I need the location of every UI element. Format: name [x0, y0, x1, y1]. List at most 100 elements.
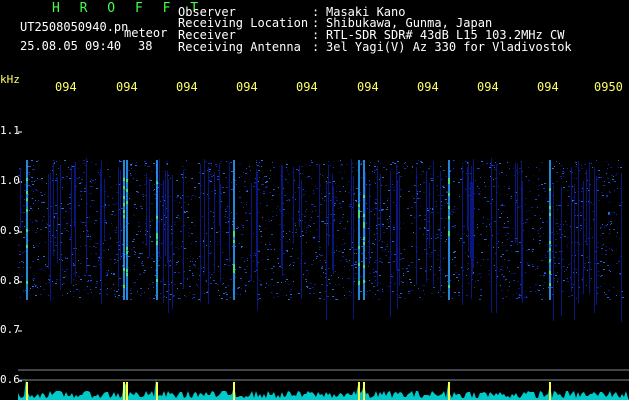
echo-streak [167, 171, 168, 263]
echo-hotspot [363, 225, 365, 228]
level-spike [156, 382, 158, 400]
time-tick: 094 [537, 80, 559, 94]
echo-streak [281, 165, 282, 266]
echo-streak [208, 167, 209, 304]
echo-hotspot [156, 236, 158, 239]
filename-label: UT2508050940.pn [20, 20, 129, 34]
echo-streak [399, 175, 400, 286]
tag-label: meteor [124, 26, 168, 40]
echo-streak [214, 172, 215, 271]
meteor-echo-layer [20, 158, 622, 322]
echo-streak [473, 161, 474, 268]
echo-streak [233, 160, 235, 300]
echo-hotspot [156, 279, 158, 282]
echo-streak [429, 183, 430, 245]
unit-label: kHz [0, 73, 20, 86]
echo-hotspot [233, 234, 235, 237]
echo-streak [517, 164, 518, 245]
echo-hotspot [123, 196, 125, 199]
echo-streak [472, 182, 473, 275]
echo-hotspot [123, 186, 125, 189]
echo-streak [594, 167, 595, 313]
echo-streak [172, 175, 173, 309]
level-spike [363, 382, 365, 400]
time-tick: 094 [417, 80, 439, 94]
echo-streak [589, 162, 590, 294]
echo-hotspot [26, 281, 28, 284]
echo-streak [369, 187, 370, 264]
echo-hotspot [549, 188, 551, 191]
echo-hotspot [233, 240, 235, 243]
echo-streak [74, 165, 75, 227]
echo-streak [462, 166, 463, 305]
echo-streak [168, 179, 169, 313]
echo-hotspot [363, 237, 365, 240]
echo-hotspot [126, 179, 128, 182]
echo-hotspot [358, 263, 360, 266]
echo-streak [326, 182, 327, 320]
echo-streak [163, 181, 164, 303]
echo-streak [101, 160, 102, 304]
echo-streak [219, 163, 220, 226]
level-spike [549, 382, 551, 400]
echo-streak [574, 184, 575, 320]
echo-hotspot [156, 216, 158, 219]
echo-streak [200, 164, 201, 302]
echo-streak [120, 170, 121, 260]
echo-hotspot [363, 265, 365, 268]
signal-level-baseline [18, 379, 629, 400]
count-label: 38 [138, 39, 153, 53]
level-spike [26, 382, 28, 400]
freq-label: 0.9 [0, 224, 20, 237]
freq-label: 0.7 [0, 323, 20, 336]
echo-streak [333, 186, 334, 274]
noise-layer [18, 160, 624, 300]
echo-streak [358, 160, 360, 300]
echo-streak [470, 182, 471, 258]
echo-hotspot [26, 178, 28, 181]
echo-hotspot [123, 268, 125, 271]
time-tick: 0950 [594, 80, 623, 94]
echo-hotspot [448, 193, 450, 196]
echo-hotspot [156, 181, 158, 184]
echo-streak [328, 165, 329, 246]
echo-streak [621, 173, 622, 322]
echo-streak [522, 181, 523, 303]
echo-hotspot [363, 280, 365, 283]
level-spike [358, 382, 360, 400]
echo-hotspot [126, 251, 128, 254]
info-antenna-label: Receiving Antenna [178, 40, 301, 54]
echo-streak [468, 162, 469, 252]
echo-streak [301, 180, 302, 299]
echo-hotspot [358, 204, 360, 207]
echo-streak [521, 161, 522, 299]
echo-streak [377, 166, 378, 285]
echo-streak [416, 167, 417, 285]
echo-streak [100, 169, 101, 280]
echo-streak [467, 167, 468, 230]
echo-streak [86, 158, 87, 273]
echo-hotspot [358, 246, 360, 249]
time-tick: 094 [357, 80, 379, 94]
echo-hotspot [26, 245, 28, 248]
level-trace [18, 379, 629, 400]
echo-streak [159, 159, 160, 257]
echo-hotspot [448, 181, 450, 184]
echo-streak [146, 173, 147, 246]
echo-streak [440, 171, 441, 291]
echo-hotspot [26, 229, 28, 232]
echo-hotspot [123, 203, 125, 206]
echo-hotspot [26, 209, 28, 212]
echo-streak [48, 174, 49, 269]
time-tick: 094 [236, 80, 258, 94]
level-spike [126, 382, 128, 400]
echo-streak [75, 162, 76, 277]
info-antenna-value: 3el Yagi(V) Az 330 for Vladivostok [326, 40, 572, 54]
echo-streak [118, 167, 119, 239]
echo-streak [57, 177, 58, 262]
freq-label: 0.8 [0, 274, 20, 287]
echo-streak [515, 163, 516, 243]
echo-hotspot [448, 178, 450, 181]
echo-streak [433, 161, 434, 286]
echo-streak [256, 169, 257, 267]
